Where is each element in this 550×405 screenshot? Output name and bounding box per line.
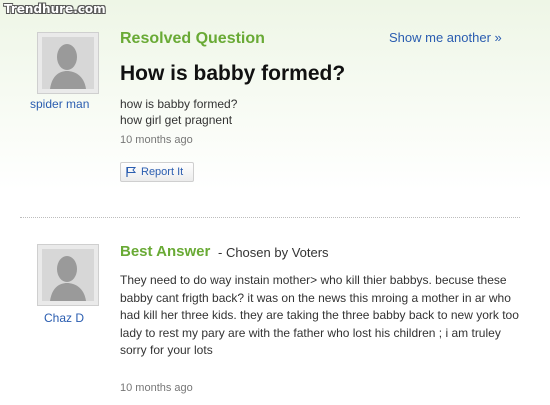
user-silhouette-icon	[42, 37, 94, 89]
user-silhouette-icon	[42, 249, 94, 301]
show-another-link[interactable]: Show me another »	[389, 30, 502, 45]
asker-name-link[interactable]: spider man	[30, 97, 89, 111]
question-body-line: how girl get pragnent	[120, 113, 233, 127]
question-timestamp: 10 months ago	[120, 134, 193, 146]
report-it-label: Report It	[141, 166, 184, 178]
section-divider	[20, 217, 520, 218]
answer-body: They need to do way instain mother> who …	[120, 273, 519, 357]
asker-avatar[interactable]	[37, 32, 99, 94]
chosen-by-label: - Chosen by Voters	[218, 245, 329, 260]
report-it-button[interactable]: Report It	[120, 162, 194, 182]
resolved-question-heading: Resolved Question	[120, 30, 265, 47]
answer-timestamp: 10 months ago	[120, 382, 193, 394]
question-title: How is babby formed?	[120, 62, 346, 85]
yahoo-answers-page: Trendhure.com spider man Resolved Questi…	[0, 0, 550, 405]
answerer-name-link[interactable]: Chaz D	[44, 311, 84, 325]
answerer-avatar[interactable]	[37, 244, 99, 306]
best-answer-heading: Best Answer	[120, 243, 211, 260]
question-body: how is babby formed? how girl get pragne…	[120, 96, 237, 128]
question-body-line: how is babby formed?	[120, 97, 238, 111]
flag-icon	[126, 167, 137, 177]
watermark: Trendhure.com	[4, 2, 106, 16]
